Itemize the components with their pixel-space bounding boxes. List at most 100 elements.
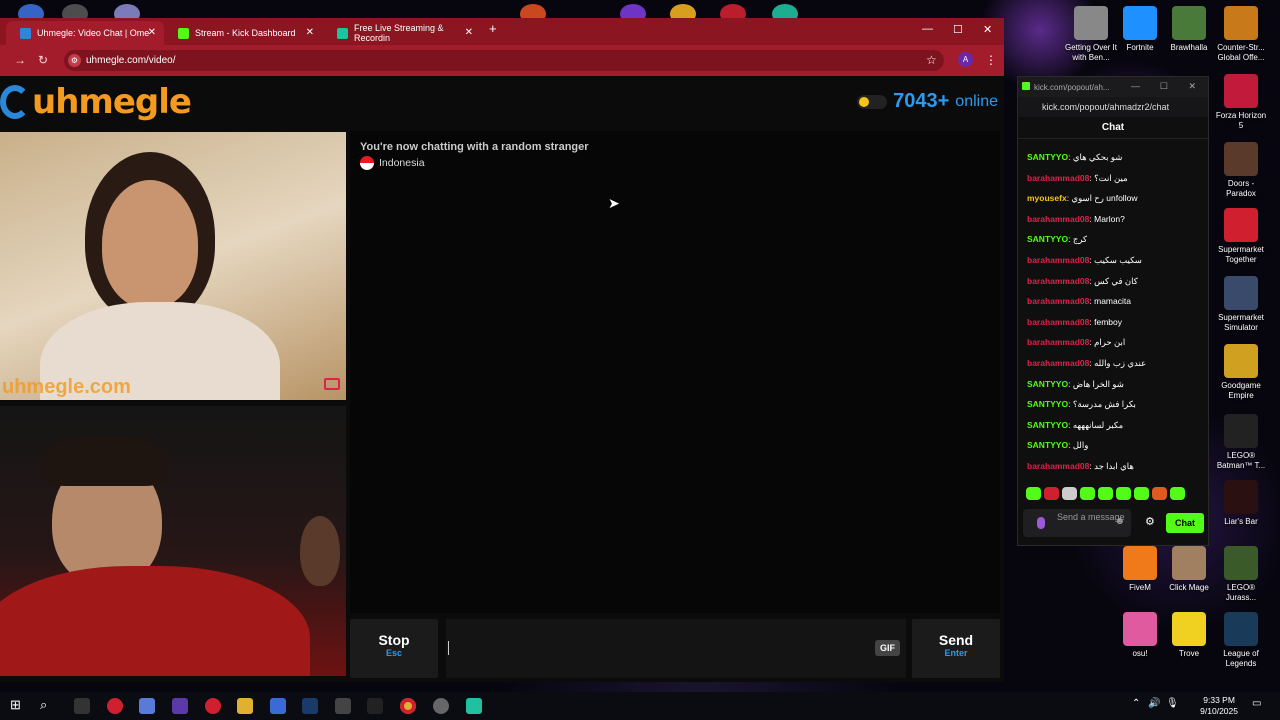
menu-icon[interactable]: ⋮: [985, 53, 997, 67]
chat-username[interactable]: barahammad08: [1027, 317, 1089, 327]
microphone-icon[interactable]: 🎙: [1166, 698, 1182, 714]
store-icon[interactable]: [270, 698, 286, 714]
theme-toggle[interactable]: [857, 94, 888, 109]
profile-avatar[interactable]: A: [958, 52, 973, 67]
desktop-icon[interactable]: LEGO® Jurass...: [1213, 546, 1269, 603]
streamlabs-icon[interactable]: [466, 698, 482, 714]
desktop-icon[interactable]: Getting Over It with Ben...: [1063, 6, 1119, 63]
site-info-icon[interactable]: ⚙: [68, 54, 81, 67]
desktop-icon[interactable]: Supermarket Simulator: [1213, 276, 1269, 333]
minimize-icon[interactable]: —: [1131, 81, 1140, 91]
desktop-icon[interactable]: Fortnite: [1112, 6, 1168, 53]
tab-kick-dashboard[interactable]: Stream - Kick Dashboard ✕: [164, 21, 322, 45]
volume-icon[interactable]: 🔊: [1148, 698, 1164, 714]
app-icon[interactable]: [367, 698, 383, 714]
chat-username[interactable]: SANTYYO: [1027, 379, 1068, 389]
uhmegle-logo[interactable]: uhmegle: [0, 82, 192, 122]
close-window-icon[interactable]: ✕: [983, 23, 992, 36]
bookmark-star-icon[interactable]: ☆: [926, 53, 937, 67]
copilot-icon[interactable]: [139, 698, 155, 714]
tray-chevron-icon[interactable]: ⌃: [1132, 698, 1148, 714]
desktop-icon[interactable]: LEGO® Batman™ T...: [1213, 414, 1269, 471]
desktop-icon[interactable]: FiveM: [1112, 546, 1168, 593]
opera-gx-icon[interactable]: [205, 698, 221, 714]
microphone-icon[interactable]: [1037, 517, 1045, 529]
obs-icon[interactable]: [433, 698, 449, 714]
chat-username[interactable]: barahammad08: [1027, 276, 1089, 286]
gif-button[interactable]: GIF: [875, 640, 900, 656]
emote-icon[interactable]: [1026, 487, 1041, 500]
minimize-icon[interactable]: —: [922, 23, 933, 35]
chat-username[interactable]: barahammad08: [1027, 214, 1089, 224]
desktop-icon[interactable]: Supermarket Together: [1213, 208, 1269, 265]
chat-text: رح اسوي unfollow: [1071, 193, 1138, 204]
chat-message-input[interactable]: Send a message ☻: [1023, 509, 1131, 537]
desktop-icon[interactable]: League of Legends: [1213, 612, 1269, 669]
desktop-icon[interactable]: Click Mage: [1161, 546, 1217, 593]
search-icon[interactable]: ⌕: [40, 697, 56, 713]
chat-username[interactable]: barahammad08: [1027, 461, 1089, 471]
steam-icon[interactable]: [302, 698, 318, 714]
report-flag-icon[interactable]: [324, 378, 340, 390]
chat-username[interactable]: SANTYYO: [1027, 152, 1068, 162]
chat-username[interactable]: barahammad08: [1027, 173, 1089, 183]
reload-icon[interactable]: ↻: [38, 53, 48, 67]
close-window-icon[interactable]: ✕: [1188, 81, 1196, 92]
app-icon[interactable]: [74, 698, 90, 714]
message-input[interactable]: GIF: [446, 619, 906, 678]
opera-icon[interactable]: [107, 698, 123, 714]
emoji-icon[interactable]: ☻: [1114, 517, 1125, 527]
desktop-icon[interactable]: Trove: [1161, 612, 1217, 659]
close-tab-icon[interactable]: ✕: [465, 27, 473, 38]
desktop-icon[interactable]: Goodgame Empire: [1213, 344, 1269, 401]
url-field[interactable]: ⚙ uhmegle.com/video/: [64, 50, 944, 71]
app-icon: [1172, 6, 1206, 40]
chat-username[interactable]: barahammad08: [1027, 255, 1089, 265]
desktop-icon[interactable]: Brawlhalla: [1161, 6, 1217, 53]
tab-uhmegle[interactable]: Uhmegle: Video Chat | Ome ✕: [6, 21, 164, 45]
emote-icon[interactable]: [1116, 487, 1131, 500]
windows-start-icon[interactable]: ⊞: [10, 697, 26, 713]
chrome-icon[interactable]: [400, 698, 416, 714]
emote-icon[interactable]: [1044, 487, 1059, 500]
maximize-icon[interactable]: ☐: [953, 23, 963, 36]
tab-streaming[interactable]: Free Live Streaming & Recordin ✕: [323, 21, 481, 45]
maximize-icon[interactable]: ☐: [1160, 81, 1168, 92]
app-icon[interactable]: [335, 698, 351, 714]
close-tab-icon[interactable]: ✕: [306, 27, 314, 38]
emote-icon[interactable]: [1062, 487, 1077, 500]
desktop-icon[interactable]: Forza Horizon 5: [1213, 74, 1269, 131]
close-tab-icon[interactable]: ✕: [148, 27, 156, 38]
chat-text: شو الخرا هاض: [1072, 378, 1124, 389]
desktop-icon[interactable]: Doors - Paradox: [1213, 142, 1269, 199]
send-button[interactable]: Send Enter: [912, 619, 1000, 678]
desktop-icon[interactable]: Liar's Bar: [1213, 480, 1269, 527]
file-explorer-icon[interactable]: [237, 698, 253, 714]
new-tab-icon[interactable]: +: [489, 21, 497, 36]
emote-icon[interactable]: [1098, 487, 1113, 500]
settings-gear-icon[interactable]: ⚙: [1145, 515, 1155, 528]
chat-username[interactable]: barahammad08: [1027, 337, 1089, 347]
chat-username[interactable]: SANTYYO: [1027, 234, 1068, 244]
desktop-icon-label: Forza Horizon 5: [1215, 111, 1267, 130]
desktop-icon[interactable]: Counter-Str... Global Offe...: [1213, 6, 1269, 63]
chat-username[interactable]: SANTYYO: [1027, 440, 1068, 450]
popout-titlebar: kick.com/popout/ah... — ☐ ✕: [1018, 77, 1208, 97]
clock[interactable]: 9:33 PM 9/10/2025: [1200, 695, 1238, 717]
emote-icon[interactable]: [1134, 487, 1149, 500]
emote-icon[interactable]: [1170, 487, 1185, 500]
emote-icon[interactable]: [1080, 487, 1095, 500]
chat-text: والل: [1072, 440, 1089, 451]
chat-username[interactable]: SANTYYO: [1027, 420, 1068, 430]
stop-button[interactable]: Stop Esc: [350, 619, 438, 678]
chat-username[interactable]: SANTYYO: [1027, 399, 1068, 409]
forward-icon[interactable]: →: [14, 53, 26, 67]
notifications-icon[interactable]: ▭: [1252, 698, 1268, 714]
desktop-icon[interactable]: osu!: [1112, 612, 1168, 659]
chat-username[interactable]: myousefx: [1027, 193, 1067, 203]
chat-username[interactable]: barahammad08: [1027, 358, 1089, 368]
chat-username[interactable]: barahammad08: [1027, 296, 1089, 306]
chat-send-button[interactable]: Chat: [1166, 513, 1204, 533]
discord-icon[interactable]: [172, 698, 188, 714]
emote-icon[interactable]: [1152, 487, 1167, 500]
